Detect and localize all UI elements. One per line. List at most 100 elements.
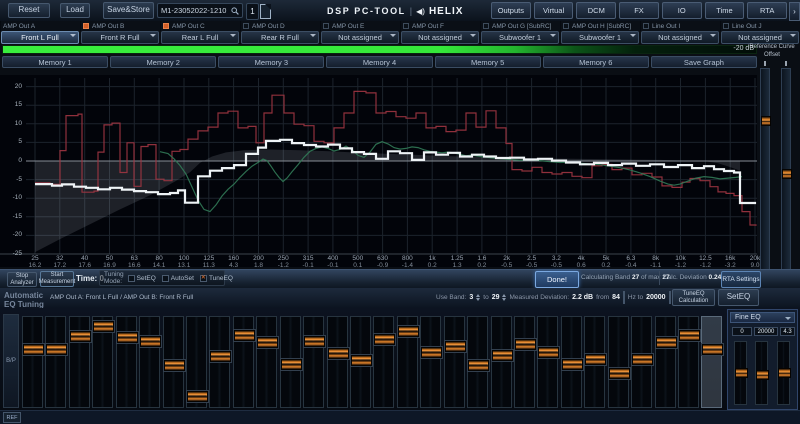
eq-band-handle[interactable] <box>421 347 442 358</box>
eq-band-slider-324[interactable] <box>327 316 348 408</box>
reference-offset-handle[interactable] <box>761 116 771 126</box>
eq-band-handle[interactable] <box>492 350 513 361</box>
amp-output-checkbox[interactable] <box>483 23 489 29</box>
amp-output-checkbox[interactable] <box>83 23 89 29</box>
eq-ref-button[interactable]: REF <box>3 412 21 423</box>
channel-select-button[interactable]: Subwoofer 1 <box>561 31 639 44</box>
amp-output-checkbox[interactable] <box>723 23 729 29</box>
stop-analyzer-button[interactable]: StopAnalyzer <box>7 272 37 287</box>
eq-band-handle[interactable] <box>328 348 349 359</box>
eq-band-slider-20k[interactable] <box>701 316 722 408</box>
memory-button-2[interactable]: Memory 2 <box>110 56 216 68</box>
done-button[interactable]: Done! <box>535 271 579 288</box>
eq-band-slider-243[interactable] <box>280 316 301 408</box>
setup-filename-field[interactable]: M1-23052022-1210 <box>157 3 243 18</box>
channel-select-button[interactable]: Not assigned <box>401 31 479 44</box>
eq-band-handle[interactable] <box>585 354 606 365</box>
use-band-to-spinner[interactable] <box>502 294 506 301</box>
eq-master-bypass-strip[interactable]: B/P <box>3 314 19 408</box>
fine-eq-value-q[interactable]: 4.3 <box>780 327 795 336</box>
eq-band-slider-108[interactable] <box>116 316 137 408</box>
save-graph-button[interactable]: Save Graph <box>651 56 757 68</box>
eq-band-handle[interactable] <box>164 360 185 371</box>
eq-band-slider-7k2[interactable] <box>584 316 605 408</box>
nav-button-outputs[interactable]: Outputs <box>491 2 531 19</box>
measurement-curve-offset-slider[interactable] <box>781 68 791 290</box>
tuning-option-tuneeq[interactable]: ✕TuneEQ <box>200 275 233 282</box>
eq-band-handle[interactable] <box>257 337 278 348</box>
nav-overflow-button[interactable]: › <box>789 2 800 21</box>
memory-button-5[interactable]: Memory 5 <box>435 56 541 68</box>
channel-select-button[interactable]: Subwoofer 1 <box>481 31 559 44</box>
nav-button-fx[interactable]: FX <box>619 2 659 19</box>
memory-button-3[interactable]: Memory 3 <box>218 56 324 68</box>
amp-output-checkbox[interactable] <box>403 23 409 29</box>
eq-band-slider-14k3[interactable] <box>631 316 652 408</box>
eq-band-slider-64[interactable] <box>69 316 90 408</box>
nav-button-dcm[interactable]: DCM <box>576 2 616 19</box>
memory-button-6[interactable]: Memory 6 <box>543 56 649 68</box>
nav-button-rta[interactable]: RTA <box>747 2 787 19</box>
eq-band-slider-12k4[interactable] <box>608 316 629 408</box>
fine-eq-title[interactable]: Fine EQ <box>730 312 795 323</box>
eq-band-handle[interactable] <box>140 336 161 347</box>
eq-band-slider-447[interactable] <box>397 316 418 408</box>
eq-band-handle[interactable] <box>304 336 325 347</box>
start-measurement-button[interactable]: StartMeasurement <box>40 271 74 287</box>
load-button[interactable]: Load <box>60 3 90 18</box>
channel-select-button[interactable]: Rear L Full <box>161 31 239 44</box>
preset-file-icon[interactable] <box>260 4 271 19</box>
eq-band-handle[interactable] <box>351 355 372 366</box>
eq-band-slider-25[interactable] <box>22 316 43 408</box>
eq-band-handle[interactable] <box>398 326 419 337</box>
tuneeq-calculation-button[interactable]: TuneEQCalculation <box>672 289 715 306</box>
eq-band-handle[interactable] <box>562 359 583 370</box>
eq-band-handle[interactable] <box>187 391 208 402</box>
eq-band-slider-356[interactable] <box>350 316 371 408</box>
fine-eq-handle[interactable] <box>756 370 769 380</box>
reset-button[interactable]: Reset <box>8 3 50 18</box>
preset-number-field[interactable]: 1 <box>246 3 259 20</box>
channel-select-button[interactable]: Rear R Full <box>241 31 319 44</box>
eq-band-handle[interactable] <box>93 321 114 332</box>
eq-band-handle[interactable] <box>210 351 231 362</box>
eq-band-slider-84[interactable] <box>92 316 113 408</box>
eq-band-handle[interactable] <box>374 334 395 345</box>
eq-band-slider-136[interactable] <box>186 316 207 408</box>
memory-button-4[interactable]: Memory 4 <box>326 56 432 68</box>
eq-band-slider-17k5[interactable] <box>655 316 676 408</box>
channel-select-button[interactable]: Not assigned <box>321 31 399 44</box>
freq-from-spinner[interactable] <box>623 291 625 304</box>
tuning-option-checkbox[interactable]: ✕ <box>200 275 207 282</box>
eq-band-slider-561[interactable] <box>420 316 441 408</box>
fine-eq-handle[interactable] <box>778 368 791 378</box>
amp-output-checkbox[interactable] <box>563 23 569 29</box>
tuning-option-checkbox[interactable] <box>128 275 135 282</box>
eq-band-slider-1k8[interactable] <box>491 316 512 408</box>
eq-band-slider-1k3[interactable] <box>467 316 488 408</box>
eq-band-handle[interactable] <box>515 339 536 350</box>
eq-band-handle[interactable] <box>609 368 630 379</box>
rta-settings-button[interactable]: RTA Settings <box>721 271 761 288</box>
fine-eq-handle[interactable] <box>735 368 748 378</box>
fine-eq-slider-db[interactable] <box>734 341 747 405</box>
channel-select-button[interactable]: Front R Full <box>81 31 159 44</box>
channel-select-button[interactable]: Not assigned <box>641 31 719 44</box>
tuning-option-checkbox[interactable] <box>162 275 169 282</box>
eq-band-slider-161[interactable] <box>209 316 230 408</box>
eq-band-slider-189[interactable] <box>233 316 254 408</box>
eq-band-handle[interactable] <box>632 354 653 365</box>
eq-band-handle[interactable] <box>23 344 44 355</box>
memory-button-1[interactable]: Memory 1 <box>2 56 108 68</box>
nav-button-time[interactable]: Time <box>705 2 745 19</box>
use-band-from-spinner[interactable] <box>476 294 480 301</box>
nav-button-virtual[interactable]: Virtual <box>534 2 574 19</box>
eq-band-slider-4k4[interactable] <box>537 316 558 408</box>
amp-output-checkbox[interactable] <box>163 23 169 29</box>
eq-band-slider-112[interactable] <box>139 316 160 408</box>
eq-band-handle[interactable] <box>702 344 723 355</box>
fine-eq-slider-hz[interactable] <box>755 341 768 405</box>
eq-band-slider-121[interactable] <box>163 316 184 408</box>
eq-band-handle[interactable] <box>234 330 255 341</box>
tuning-option-seteq[interactable]: SetEQ <box>128 275 156 282</box>
